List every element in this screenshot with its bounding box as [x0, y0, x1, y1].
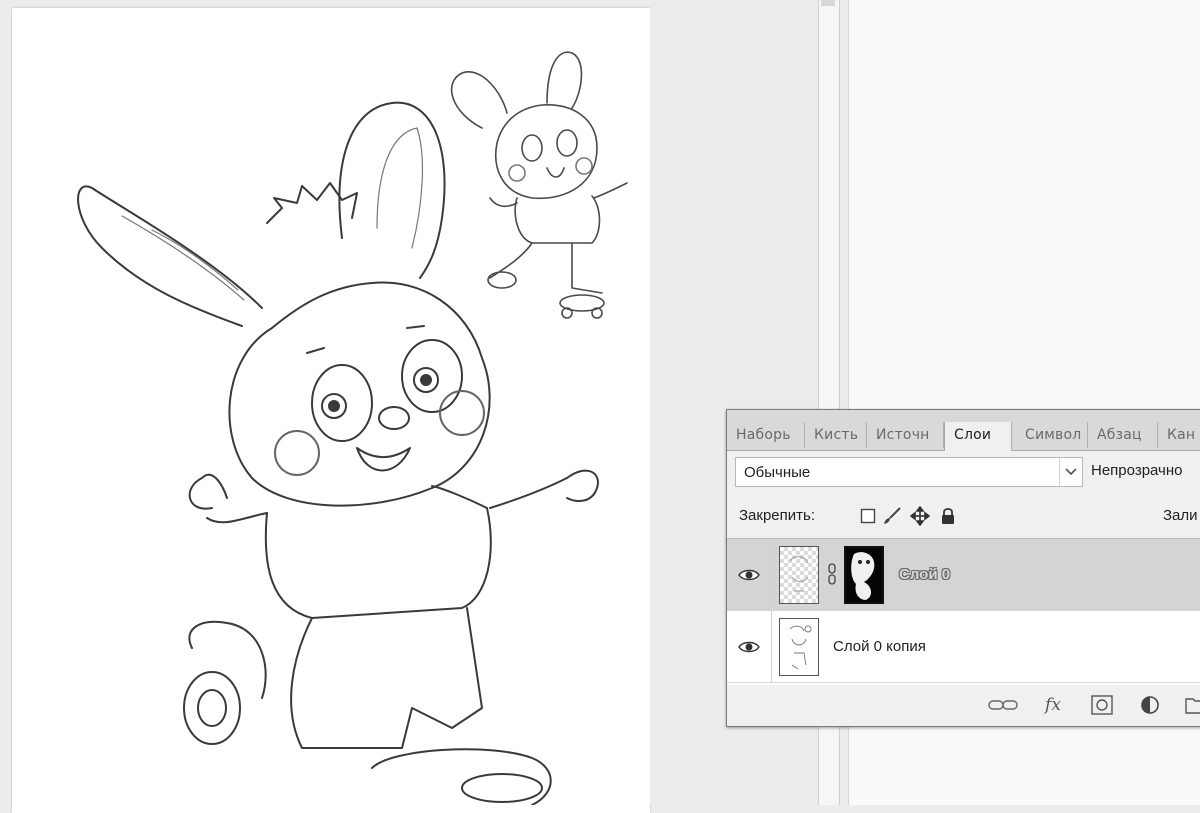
big-bunny-shirt: [264, 485, 492, 619]
panel-tab-bar: Наборь Кисть Источн Слои Символ Абзац Ка…: [727, 410, 1200, 451]
lock-label: Закрепить:: [739, 507, 816, 524]
layer-name[interactable]: Слой 0 копия: [833, 638, 926, 655]
blend-mode-value: Обычные: [744, 464, 811, 481]
layers-list: Слой 0 Слой 0 копия: [727, 538, 1200, 686]
tab-clone-source[interactable]: Источн: [867, 422, 944, 448]
layer-thumbnail[interactable]: [779, 546, 819, 604]
opacity-label: Непрозрачно: [1091, 462, 1183, 479]
chevron-down-icon[interactable]: [1059, 458, 1082, 486]
layer-row-layer-0[interactable]: Слой 0: [727, 539, 1200, 611]
layer-name[interactable]: Слой 0: [899, 566, 950, 583]
tab-brush[interactable]: Кисть: [805, 422, 867, 448]
big-bunny-right-ear: [338, 101, 446, 279]
layer-mask-thumbnail[interactable]: [844, 546, 884, 604]
small-bunny: [450, 51, 628, 319]
new-group-icon[interactable]: [1183, 693, 1200, 717]
blend-mode-select[interactable]: Обычные: [735, 457, 1083, 487]
tab-character[interactable]: Символ: [1016, 422, 1088, 448]
eye-icon[interactable]: [727, 539, 772, 610]
fill-label: Зали: [1163, 507, 1198, 524]
eye-icon[interactable]: [727, 611, 772, 682]
lock-row: Закрепить: Зали: [739, 505, 1199, 529]
layers-panel: Наборь Кисть Источн Слои Символ Абзац Ка…: [726, 409, 1200, 727]
lock-move-icon[interactable]: [909, 505, 931, 527]
add-mask-icon[interactable]: [1089, 693, 1115, 717]
adjustment-layer-icon[interactable]: [1137, 693, 1163, 717]
tab-brush-presets[interactable]: Наборь: [727, 422, 805, 448]
lock-brush-icon[interactable]: [881, 505, 903, 527]
coloring-illustration: [77, 51, 628, 805]
chain-link-icon[interactable]: [827, 563, 837, 590]
big-bunny-shorts: [290, 607, 483, 749]
lock-transparency-icon[interactable]: [857, 505, 879, 527]
big-bunny-left-ear: [77, 185, 263, 327]
tab-layers[interactable]: Слои: [944, 422, 1012, 451]
tab-paragraph[interactable]: Абзац: [1088, 422, 1158, 448]
canvas-document[interactable]: [12, 8, 650, 813]
tab-channels[interactable]: Кан: [1158, 422, 1200, 448]
scrollbar-thumb[interactable]: [821, 0, 835, 6]
fx-icon[interactable]: fx: [1037, 693, 1069, 717]
link-layers-icon[interactable]: [987, 693, 1019, 717]
layer-row-layer-0-copy[interactable]: Слой 0 копия: [727, 611, 1200, 683]
panel-footer-toolbar: fx: [727, 685, 1200, 725]
lock-all-icon[interactable]: [937, 505, 959, 527]
layer-thumbnail[interactable]: [779, 618, 819, 676]
